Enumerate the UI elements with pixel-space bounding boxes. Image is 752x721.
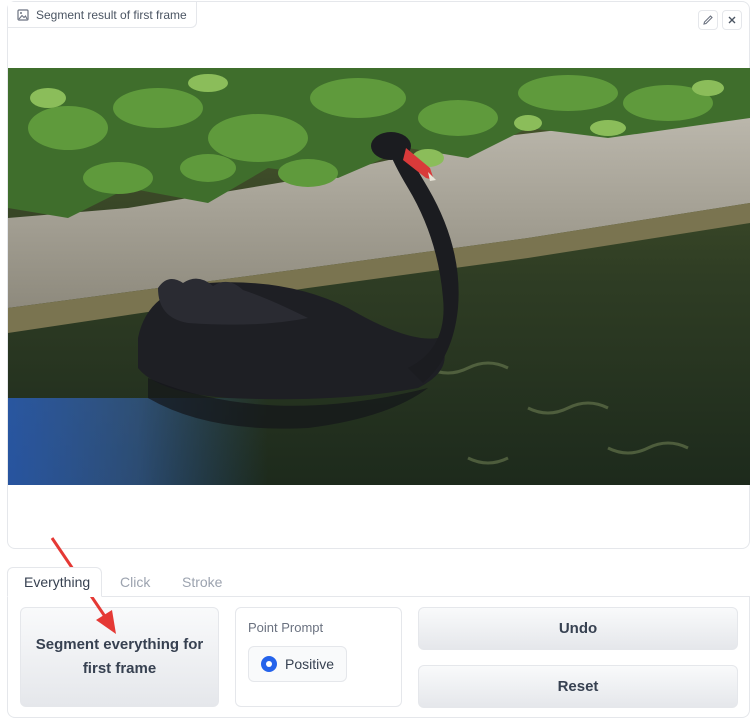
reset-button[interactable]: Reset (418, 665, 738, 708)
tab-everything[interactable]: Everything (7, 567, 102, 597)
close-icon[interactable] (722, 10, 742, 30)
tab-stroke[interactable]: Stroke (166, 567, 238, 597)
undo-button[interactable]: Undo (418, 607, 738, 650)
positive-radio-option[interactable]: Positive (248, 646, 348, 682)
image-icon (17, 8, 29, 21)
mode-tabs: Everything Click Stroke (7, 567, 750, 597)
image-label-tag: Segment result of first frame (8, 2, 197, 28)
edit-icon[interactable] (698, 10, 718, 30)
tab-click[interactable]: Click (104, 567, 166, 597)
point-prompt-group: Point Prompt Positive (235, 607, 402, 707)
point-prompt-title: Point Prompt (248, 620, 324, 635)
segmented-frame-image[interactable] (8, 68, 750, 485)
segment-everything-button[interactable]: Segment everything for first frame (20, 607, 219, 707)
image-label-text: Segment result of first frame (36, 7, 187, 22)
positive-radio-label: Positive (285, 656, 335, 672)
radio-selected-icon (261, 656, 277, 672)
